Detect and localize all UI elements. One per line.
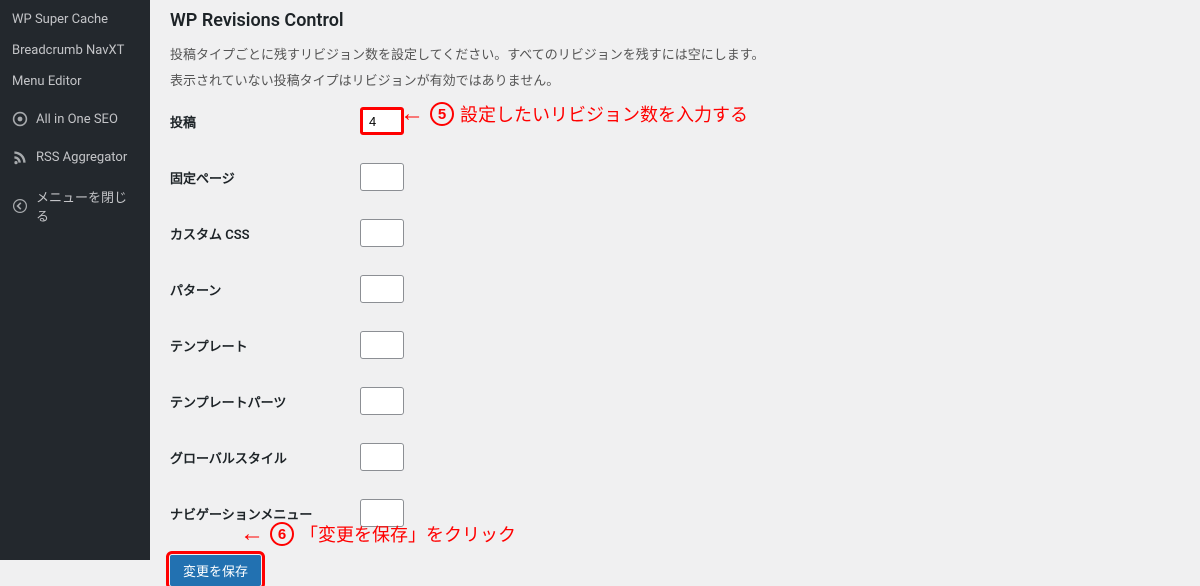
field-label: カスタム CSS bbox=[170, 224, 360, 243]
sidebar-item-label: Menu Editor bbox=[12, 74, 82, 89]
sidebar-item-menu-editor[interactable]: Menu Editor bbox=[0, 66, 150, 97]
sidebar-item-label: RSS Aggregator bbox=[36, 150, 127, 165]
annotation-number: 6 bbox=[270, 522, 294, 546]
field-label: パターン bbox=[170, 280, 360, 299]
field-label: テンプレート bbox=[170, 336, 360, 355]
field-row-page: 固定ページ bbox=[170, 163, 1180, 191]
field-label: グローバルスタイル bbox=[170, 448, 360, 467]
sidebar-item-label: Breadcrumb NavXT bbox=[12, 43, 124, 58]
field-input-pattern[interactable] bbox=[360, 275, 404, 303]
sidebar-item-all-in-one-seo[interactable]: All in One SEO bbox=[0, 103, 150, 135]
revisions-form: 投稿 固定ページ カスタム CSS パターン テンプレート テンプレートパーツ bbox=[170, 107, 1180, 527]
field-row-custom-css: カスタム CSS bbox=[170, 219, 1180, 247]
sidebar-item-collapse-menu[interactable]: メニューを閉じる bbox=[0, 179, 150, 233]
field-row-pattern: パターン bbox=[170, 275, 1180, 303]
arrow-left-icon: ← bbox=[400, 100, 424, 128]
sidebar-item-wp-super-cache[interactable]: WP Super Cache bbox=[0, 4, 150, 35]
annotation-6: ← 6 「変更を保存」をクリック bbox=[240, 520, 516, 548]
sidebar-item-label: All in One SEO bbox=[36, 112, 118, 127]
annotation-text: 設定したいリビジョン数を入力する bbox=[460, 101, 748, 127]
section-description-2: 表示されていない投稿タイプはリビジョンが有効ではありません。 bbox=[170, 71, 1180, 93]
field-label: 固定ページ bbox=[170, 168, 360, 187]
field-input-post[interactable] bbox=[360, 107, 404, 135]
field-row-template-parts: テンプレートパーツ bbox=[170, 387, 1180, 415]
collapse-icon bbox=[12, 198, 28, 214]
annotation-5: ← 5 設定したいリビジョン数を入力する bbox=[400, 100, 748, 128]
sidebar-item-breadcrumb-navxt[interactable]: Breadcrumb NavXT bbox=[0, 35, 150, 66]
aioseo-icon bbox=[12, 111, 28, 127]
field-input-page[interactable] bbox=[360, 163, 404, 191]
field-row-global-styles: グローバルスタイル bbox=[170, 443, 1180, 471]
rss-icon bbox=[12, 149, 28, 165]
field-input-global-styles[interactable] bbox=[360, 443, 404, 471]
field-input-custom-css[interactable] bbox=[360, 219, 404, 247]
main-content: WP Revisions Control 投稿タイプごとに残すリビジョン数を設定… bbox=[150, 0, 1200, 560]
admin-sidebar: WP Super Cache Breadcrumb NavXT Menu Edi… bbox=[0, 0, 150, 560]
field-row-template: テンプレート bbox=[170, 331, 1180, 359]
field-input-template-parts[interactable] bbox=[360, 387, 404, 415]
annotation-number: 5 bbox=[430, 102, 454, 126]
sidebar-item-label: WP Super Cache bbox=[12, 12, 108, 27]
section-title: WP Revisions Control bbox=[170, 10, 1180, 31]
field-input-template[interactable] bbox=[360, 331, 404, 359]
section-description-1: 投稿タイプごとに残すリビジョン数を設定してください。すべてのリビジョンを残すには… bbox=[170, 45, 1180, 67]
sidebar-item-rss-aggregator[interactable]: RSS Aggregator bbox=[0, 141, 150, 173]
field-label: 投稿 bbox=[170, 112, 360, 131]
annotation-text: 「変更を保存」をクリック bbox=[300, 521, 516, 547]
field-label: テンプレートパーツ bbox=[170, 392, 360, 411]
sidebar-item-label: メニューを閉じる bbox=[36, 187, 138, 225]
arrow-left-icon: ← bbox=[240, 520, 264, 548]
